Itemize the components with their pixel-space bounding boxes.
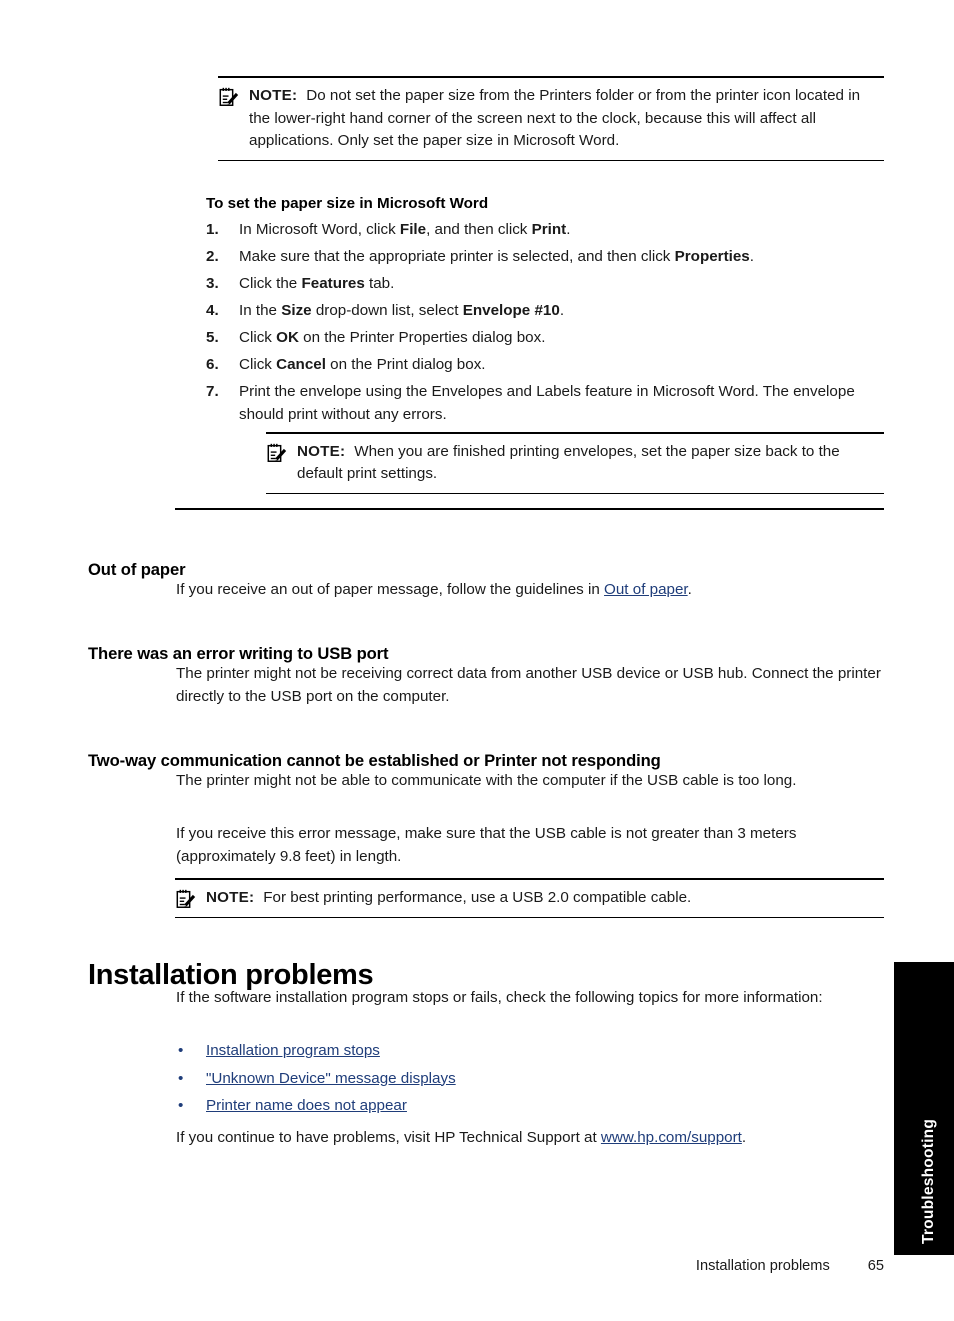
topic-link[interactable]: "Unknown Device" message displays [206,1070,456,1087]
procedure-steps: 1. In Microsoft Word, click File, and the… [206,219,896,426]
step-number: 2. [206,248,219,265]
step-text: Click Cancel on the Print dialog box. [239,356,486,373]
note-bottom-rule [175,916,884,918]
paragraph-installation-closing: If you continue to have problems, visit … [176,1128,747,1146]
note-body: NOTE: When you are finished printing enve… [266,434,884,493]
procedure-step: 5. Click OK on the Printer Properties dia… [206,327,896,350]
chapter-side-tab: Troubleshooting [894,962,954,1255]
link-hp-support[interactable]: www.hp.com/support [601,1129,742,1146]
heading-usb-write-error: There was an error writing to USB port [88,643,389,663]
paragraph-two-way-2: If you receive this error message, make … [176,825,797,865]
heading-out-of-paper: Out of paper [88,559,186,579]
note-callout-default-settings: NOTE: When you are finished printing enve… [266,432,884,494]
note-text: NOTE: Do not set the paper size from the … [249,85,884,153]
procedure-step: 4. In the Size drop-down list, select Env… [206,300,896,323]
note-bottom-rule [218,159,884,161]
note-bottom-rule [266,492,884,494]
procedure-block: To set the paper size in Microsoft Word … [206,193,896,431]
footer-page-number: 65 [867,1258,884,1274]
installation-topic-list: • Installation program stops • "Unknown Dev… [176,1040,884,1149]
topic-link[interactable]: Installation program stops [206,1042,380,1059]
paragraph-installation-intro: If the software installation program sto… [176,989,823,1006]
step-number: 6. [206,356,219,373]
note-outer-closing-rule [175,508,884,510]
note-callout-usb-cable: NOTE: For best printing performance, use … [175,878,884,918]
step-number: 7. [206,383,219,400]
note-message: For best printing performance, use a USB… [263,888,692,906]
footer-section-title: Installation problems [695,1258,830,1274]
bullet-icon: • [178,1042,184,1059]
note-callout-paper-size: NOTE: Do not set the paper size from the … [218,76,884,161]
note-clipboard-pencil-icon [218,86,240,108]
step-number: 3. [206,275,219,292]
procedure-step: 2. Make sure that the appropriate printer… [206,246,896,269]
procedure-step: 7. Print the envelope using the Envelopes… [206,381,896,426]
link-out-of-paper[interactable]: Out of paper [604,581,688,598]
procedure-step: 6. Click Cancel on the Print dialog box. [206,354,896,377]
note-text: NOTE: For best printing performance, use … [206,887,884,910]
note-label: NOTE: [297,442,346,460]
procedure-step: 1. In Microsoft Word, click File, and the… [206,219,896,242]
step-text: In the Size drop-down list, select Envel… [239,302,565,319]
procedure-step: 3. Click the Features tab. [206,273,896,296]
note-message: Do not set the paper size from the Print… [249,87,861,149]
paragraph-two-way-1: The printer might not be able to communi… [176,772,797,789]
note-clipboard-pencil-icon [266,442,288,464]
list-item: • "Unknown Device" message displays [176,1068,884,1091]
step-text: Click the Features tab. [239,275,395,292]
note-label: NOTE: [249,87,298,104]
step-number: 5. [206,329,219,346]
paragraph-usb-write-error: The printer might not be receiving corre… [176,665,881,705]
note-message: When you are finished printing envelopes… [297,442,840,483]
note-body: NOTE: For best printing performance, use … [175,880,884,917]
heading-two-way-communication: Two-way communication cannot be establis… [88,750,661,770]
step-text: Print the envelope using the Envelopes a… [239,383,855,423]
page-footer: Installation problems 65 [88,1258,884,1274]
document-page: NOTE: Do not set the paper size from the … [0,0,954,1321]
chapter-side-tab-label: Troubleshooting [920,1118,937,1244]
paragraph-out-of-paper: If you receive an out of paper message, … [176,581,692,598]
step-number: 4. [206,302,219,319]
note-text: NOTE: When you are finished printing enve… [297,441,884,486]
topic-links: • Installation program stops • "Unknown Dev… [176,1040,884,1118]
list-item: • Printer name does not appear [176,1095,884,1118]
step-text: Click OK on the Printer Properties dialo… [239,329,546,346]
note-label: NOTE: [206,888,255,906]
topic-link[interactable]: Printer name does not appear [206,1097,407,1114]
step-number: 1. [206,221,219,238]
step-text: In Microsoft Word, click File, and then … [239,221,571,238]
bullet-icon: • [178,1069,184,1087]
step-text: Make sure that the appropriate printer i… [239,248,754,265]
bullet-icon: • [178,1097,184,1114]
note-body: NOTE: Do not set the paper size from the … [218,78,884,160]
procedure-title: To set the paper size in Microsoft Word [206,195,489,212]
list-item: • Installation program stops [176,1040,884,1063]
note-clipboard-pencil-icon [175,888,197,910]
